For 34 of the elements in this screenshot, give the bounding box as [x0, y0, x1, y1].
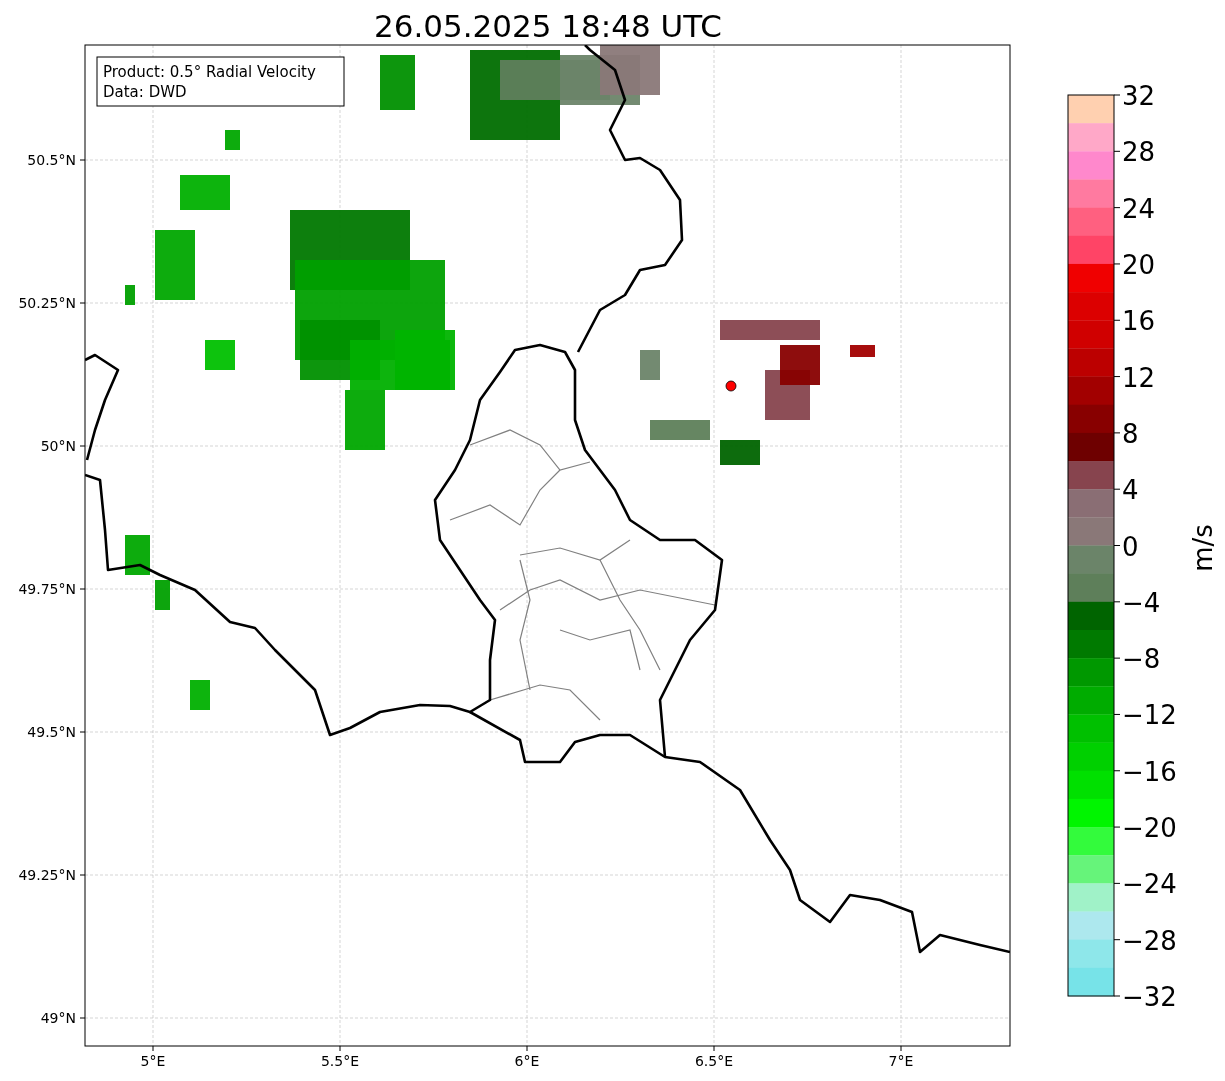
x-tick-label: 5.5°E — [320, 1053, 360, 1069]
y-tick-label: 49.75°N — [18, 581, 76, 597]
x-tick-label: 6.5°E — [694, 1053, 734, 1069]
y-tick-label: 49°N — [40, 1010, 76, 1026]
x-tick-label: 5°E — [140, 1053, 166, 1069]
colorbar-tick-label: 32 — [1122, 81, 1156, 111]
colorbar-tick-label: 16 — [1122, 306, 1156, 337]
colorbar-tick-label: 8 — [1122, 418, 1139, 449]
colorbar-tick-label: −8 — [1122, 644, 1161, 675]
y-tick-label: 50.25°N — [18, 295, 76, 311]
colorbar-tick-label: −24 — [1122, 869, 1177, 900]
colorbar-tick-label: −28 — [1122, 925, 1177, 956]
y-tick-label: 49.5°N — [27, 724, 76, 740]
colorbar-tick-label: 4 — [1122, 475, 1139, 506]
colorbar-tick-label: −12 — [1122, 700, 1177, 731]
radar-site-icon — [725, 380, 737, 392]
colorbar-tick-label: 20 — [1122, 249, 1156, 280]
colorbar-tick-label: 0 — [1122, 531, 1139, 562]
colorbar-tick-label: −4 — [1122, 587, 1161, 618]
colorbar-tick-label: 28 — [1122, 137, 1156, 168]
colorbar-tick-label: 12 — [1122, 362, 1156, 393]
info-text: Product: 0.5° Radial Velocity — [103, 63, 316, 81]
info-text: Data: DWD — [103, 83, 187, 101]
x-tick-label: 6°E — [514, 1053, 540, 1069]
figure-title: 26.05.2025 18:48 UTC — [374, 8, 722, 44]
y-tick-label: 50.5°N — [27, 152, 76, 168]
x-tick-label: 7°E — [888, 1053, 914, 1069]
colorbar-unit-label: m/s — [1188, 524, 1218, 572]
colorbar-tick-label: −32 — [1122, 982, 1177, 1012]
colorbar-tick-label: 24 — [1122, 193, 1156, 224]
y-tick-label: 49.25°N — [18, 867, 76, 883]
colorbar-tick-label: −20 — [1122, 813, 1177, 844]
y-tick-label: 50°N — [40, 438, 76, 454]
colorbar-tick-label: −16 — [1122, 756, 1177, 787]
